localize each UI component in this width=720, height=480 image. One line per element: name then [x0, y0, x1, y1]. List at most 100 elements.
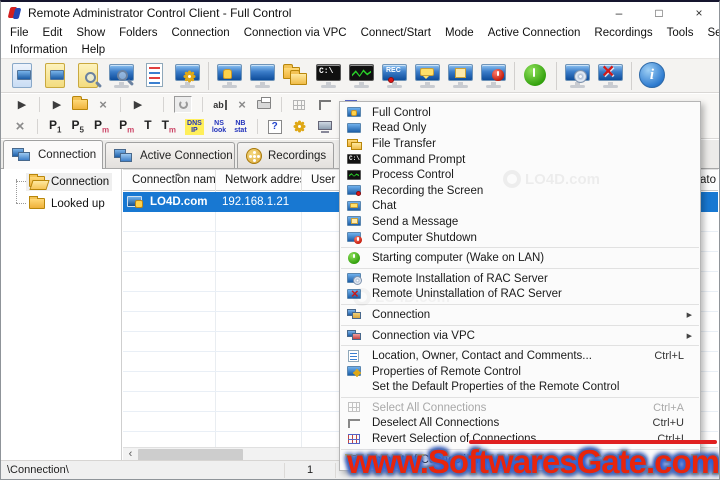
menu-show[interactable]: Show	[69, 27, 112, 39]
menu-item-connection-via-vpc[interactable]: Connection via VPC ▶	[340, 328, 700, 344]
dns-ip-button[interactable]: DNS IP	[185, 118, 204, 135]
menu-tools[interactable]: Tools	[660, 27, 701, 39]
menu-item-import-connection[interactable]: Import of Connection	[340, 452, 700, 468]
folder-tree-panel: Connection Looked up	[2, 169, 122, 462]
menu-folders[interactable]: Folders	[112, 27, 164, 39]
menu-item-remote-install[interactable]: Remote Installation of RAC Server	[340, 271, 700, 287]
trace-multi-button[interactable]: Tm	[162, 118, 176, 134]
ping-5-button[interactable]: P5	[71, 118, 83, 134]
command-prompt-icon[interactable]: C:\	[313, 60, 344, 91]
full-control-icon[interactable]	[214, 60, 245, 91]
ping-multi-button[interactable]: Pm	[94, 118, 109, 134]
main-toolbar: C:\ REC × i	[1, 58, 719, 93]
ping-1-button[interactable]: P1	[49, 118, 61, 134]
recording-screen-icon[interactable]: REC	[379, 60, 410, 91]
menu-settings[interactable]: Settings	[700, 27, 719, 39]
menu-information[interactable]: Information	[3, 44, 75, 56]
connection-list-icon[interactable]	[139, 60, 170, 91]
close-button[interactable]: ×	[679, 2, 719, 24]
menu-item-process-control[interactable]: Process Control	[340, 167, 700, 183]
tab-active-connection[interactable]: Active Connection	[105, 142, 235, 168]
network-search-icon[interactable]	[106, 60, 137, 91]
process-control-icon[interactable]	[346, 60, 377, 91]
remote-install-icon[interactable]	[562, 60, 593, 91]
menu-item-command-prompt[interactable]: C:\ Command Prompt	[340, 152, 700, 168]
refresh-icon[interactable]	[174, 96, 192, 113]
status-path: \Connection\	[7, 464, 69, 476]
menu-separator	[341, 304, 699, 306]
wake-on-lan-icon[interactable]	[520, 60, 551, 91]
tab-recordings[interactable]: Recordings	[237, 142, 334, 168]
rename-icon[interactable]: ab	[213, 97, 227, 113]
menu-active-connection[interactable]: Active Connection	[481, 27, 588, 39]
menu-connection[interactable]: Connection	[165, 27, 237, 39]
menu-item-recording-screen[interactable]: Recording the Screen	[340, 183, 700, 199]
deselect-corner-icon[interactable]	[318, 97, 332, 113]
menu-help[interactable]: Help	[75, 44, 113, 56]
read-only-icon	[347, 122, 363, 135]
menu-separator	[341, 448, 699, 450]
column-connection-name[interactable]: Connection name	[123, 170, 216, 192]
tree-item-looked-up[interactable]: Looked up	[26, 195, 108, 213]
nbtstat-button[interactable]: NB stat	[234, 120, 246, 134]
menu-mode[interactable]: Mode	[438, 27, 481, 39]
menu-item-select-all[interactable]: Select All Connections Ctrl+A	[340, 400, 700, 416]
menu-item-chat[interactable]: Chat	[340, 199, 700, 215]
select-grid-icon[interactable]	[292, 97, 306, 113]
file-transfer-icon[interactable]	[280, 60, 311, 91]
remove-icon[interactable]: ×	[235, 97, 249, 113]
column-network-address[interactable]: Network address	[216, 170, 302, 192]
menu-edit[interactable]: Edit	[36, 27, 70, 39]
menu-item-file-transfer[interactable]: File Transfer	[340, 136, 700, 152]
menu-recordings[interactable]: Recordings	[587, 27, 659, 39]
menu-item-remote-uninstall[interactable]: × Remote Uninstallation of RAC Server	[340, 286, 700, 303]
connection-script-search-icon[interactable]	[73, 60, 104, 91]
tools-close-icon[interactable]: ×	[13, 118, 27, 135]
chat-icon[interactable]	[412, 60, 443, 91]
file-transfer-icon	[347, 137, 363, 151]
computer-icon[interactable]	[317, 119, 333, 135]
connection-settings-icon[interactable]	[172, 60, 203, 91]
send-message-icon[interactable]	[445, 60, 476, 91]
recording-screen-icon	[347, 184, 363, 197]
full-control-row-icon	[127, 195, 145, 209]
menu-item-wake-on-lan[interactable]: Starting computer (Wake on LAN)	[340, 250, 700, 266]
ping-multi2-button[interactable]: Pm	[119, 118, 134, 134]
app-logo-icon	[7, 6, 22, 20]
tab-connection[interactable]: Connection	[3, 140, 103, 169]
information-icon[interactable]: i	[637, 60, 668, 91]
menu-item-read-only[interactable]: Read Only	[340, 121, 700, 137]
help-window-icon[interactable]: ?	[267, 119, 282, 134]
command-prompt-icon: C:\	[347, 154, 361, 165]
menu-connection-via-vpc[interactable]: Connection via VPC	[237, 27, 354, 39]
connect-selected-icon[interactable]: ▶	[50, 97, 64, 113]
menu-item-send-message[interactable]: Send a Message	[340, 214, 700, 230]
menu-item-deselect-all[interactable]: Deselect All Connections Ctrl+U	[340, 416, 700, 432]
menu-item-computer-shutdown[interactable]: Computer Shutdown	[340, 230, 700, 246]
menu-item-full-control[interactable]: Full Control	[340, 105, 700, 121]
menu-separator	[341, 397, 699, 399]
read-only-icon[interactable]	[247, 60, 278, 91]
trace-button[interactable]: T	[144, 118, 151, 134]
start-icon[interactable]: ▶	[131, 97, 145, 113]
chat-icon	[347, 200, 363, 213]
menu-item-connection[interactable]: Connection ▶	[340, 307, 700, 323]
menu-file[interactable]: File	[3, 27, 36, 39]
menu-item-location-owner[interactable]: Location, Owner, Contact and Comments...…	[340, 348, 700, 364]
open-folder-icon[interactable]	[72, 96, 88, 113]
tree-item-connection[interactable]: Connection	[26, 173, 113, 191]
menu-connect-start[interactable]: Connect/Start	[354, 27, 438, 39]
remote-uninstall-icon[interactable]: ×	[595, 60, 626, 91]
services-gears-icon[interactable]	[293, 119, 307, 135]
computer-shutdown-icon[interactable]	[478, 60, 509, 91]
menu-item-properties[interactable]: Properties of Remote Control	[340, 364, 700, 380]
connection-script-edit-icon[interactable]	[40, 60, 71, 91]
print-icon[interactable]	[257, 97, 271, 113]
nslookup-button[interactable]: NS look	[212, 120, 226, 134]
minimize-button[interactable]: –	[599, 2, 639, 24]
connection-script-icon[interactable]	[7, 60, 38, 91]
maximize-button[interactable]: □	[639, 2, 679, 24]
menu-item-set-default-properties[interactable]: Set the Default Properties of the Remote…	[340, 380, 700, 396]
connect-icon[interactable]: ▶	[15, 97, 29, 113]
delete-icon[interactable]: ×	[96, 97, 110, 113]
